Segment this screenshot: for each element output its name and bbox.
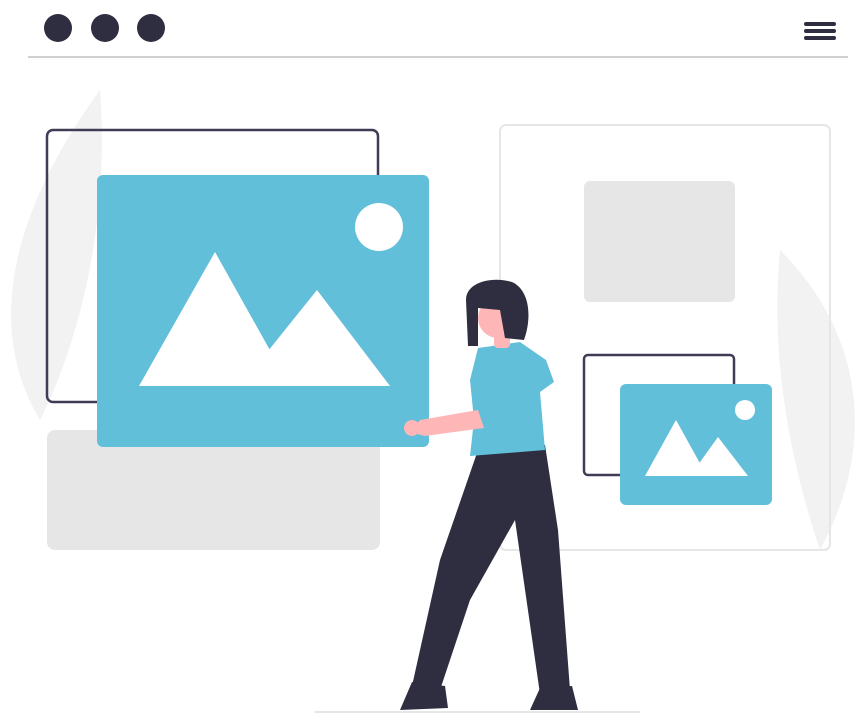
person-shirt (470, 342, 554, 456)
left-gray-block (47, 430, 380, 550)
person-hand (404, 420, 420, 436)
person-shoe-left (400, 682, 448, 710)
person-shoe-right (530, 686, 578, 710)
image-gallery-illustration (11, 90, 855, 713)
person-pants (412, 445, 570, 694)
sun-icon-small (735, 400, 755, 420)
background-leaf-right (777, 250, 855, 550)
large-image-card[interactable] (97, 175, 429, 447)
background-leaf-left (11, 90, 102, 420)
small-image-card[interactable] (620, 384, 772, 505)
right-gray-thumbnail (584, 181, 735, 302)
sun-icon (355, 203, 403, 251)
